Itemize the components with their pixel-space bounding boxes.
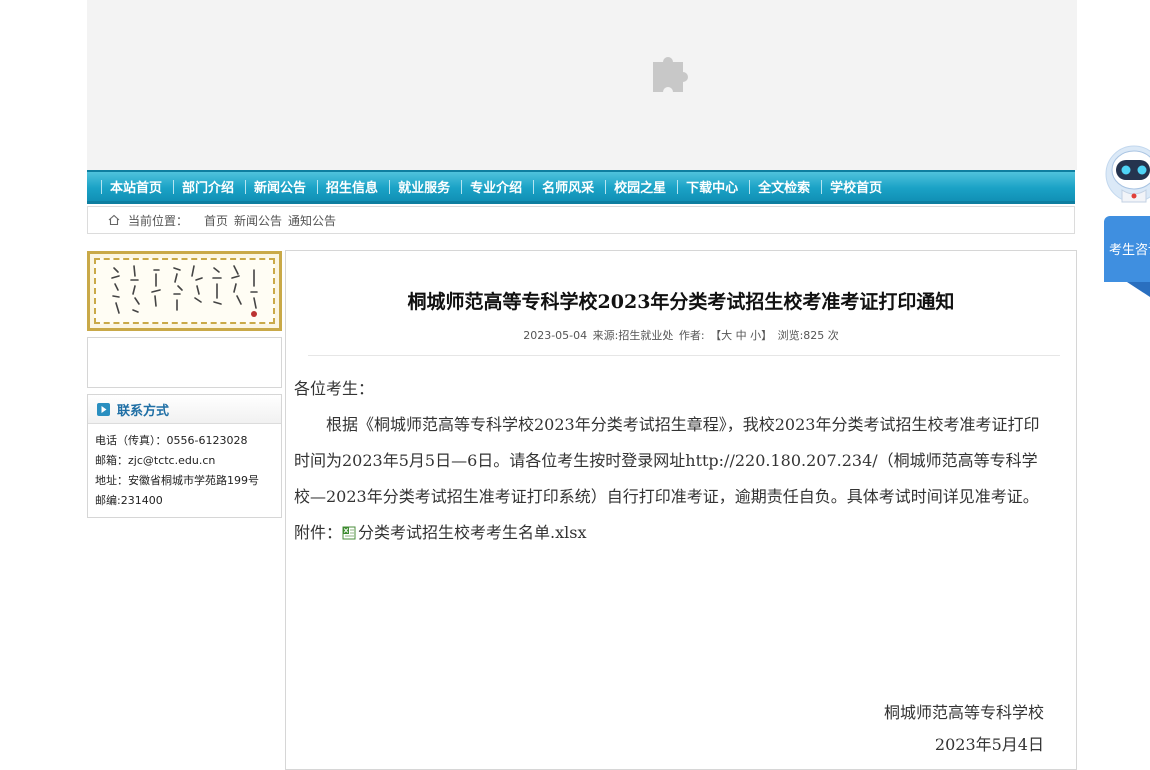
play-arrow-icon [97,402,110,416]
nav-label[interactable]: 全文检索 [758,177,810,196]
nav-item-5[interactable]: 专业介绍 [461,172,533,201]
nav-item-10[interactable]: 学校首页 [821,172,893,201]
nav-label[interactable]: 新闻公告 [254,177,306,196]
article-date: 2023-05-04 [523,329,588,342]
nav-label[interactable]: 校园之星 [614,177,666,196]
nav-separator [821,179,823,194]
article-title: 桐城师范高等专科学校2023年分类考试招生校考准考证打印通知 [407,291,955,313]
attachment-link[interactable]: 分类考试招生校考考生名单.xlsx [342,523,586,542]
main-nav: 本站首页 部门介绍 新闻公告 招生信息 就业服务 专业介绍 名师风采 校园之星 下载中心 全文检索… [87,170,1075,204]
breadcrumb-home-link[interactable]: 首页 [204,212,228,229]
article-author: 作者: [678,329,705,342]
nav-separator [101,179,102,194]
nav-item-8[interactable]: 下载中心 [677,172,749,201]
attachment-row: 附件： 分类考试招生校考考生名单.xlsx [294,515,1046,551]
header-banner [87,0,1077,170]
contact-address: 地址：安徽省桐城市学苑路199号 [95,474,259,487]
nav-separator [173,179,175,194]
nav-item-2[interactable]: 新闻公告 [245,172,317,201]
nav-item-4[interactable]: 就业服务 [389,172,461,201]
nav-separator [605,179,607,194]
nav-label[interactable]: 招生信息 [326,177,378,196]
nav-label[interactable]: 部门介绍 [182,177,234,196]
article-body: 各位考生： 根据《桐城师范高等专科学校2023年分类考试招生章程》，我校2023… [294,371,1046,551]
breadcrumb-label: 当前位置： [128,213,189,228]
nav-label[interactable]: 专业介绍 [470,177,522,196]
consult-widget[interactable]: 考生咨询 [1104,140,1150,300]
excel-file-icon [342,526,356,540]
attachment-filename[interactable]: 分类考试招生校考考生名单.xlsx [358,523,586,542]
nav-item-1[interactable]: 部门介绍 [173,172,245,201]
sidebar: 联系方式 电话（传真）：0556-6123028 邮箱：zjc@tctc.edu… [87,251,282,518]
nav-label[interactable]: 下载中心 [686,177,738,196]
article-signature: 桐城师范高等专科学校 2023年5月4日 [884,697,1044,761]
article-views: 浏览:825 次 [777,329,839,342]
nav-item-3[interactable]: 招生信息 [317,172,389,201]
breadcrumb-notice-link[interactable]: 通知公告 [288,212,336,229]
nav-separator [317,179,319,194]
nav-item-9[interactable]: 全文检索 [749,172,821,201]
nav-label[interactable]: 学校首页 [830,177,882,196]
nav-item-0[interactable]: 本站首页 [101,172,173,201]
article-paragraph: 根据《桐城师范高等专科学校2023年分类考试招生章程》，我校2023年分类考试招… [294,415,1040,506]
signature-date: 2023年5月4日 [934,735,1044,754]
contact-email[interactable]: 邮箱：zjc@tctc.edu.cn [95,451,275,471]
nav-label[interactable]: 本站首页 [110,177,162,196]
nav-item-7[interactable]: 校园之星 [605,172,677,201]
nav-label[interactable]: 就业服务 [398,177,450,196]
breadcrumb: 当前位置： 首页 新闻公告 通知公告 [87,206,1075,234]
article-panel: 桐城师范高等专科学校2023年分类考试招生校考准考证打印通知 2023-05-0… [285,250,1077,770]
nav-separator [245,179,247,194]
article-source: 来源:招生就业处 [592,329,674,342]
nav-item-6[interactable]: 名师风采 [533,172,605,201]
nav-items: 本站首页 部门介绍 新闻公告 招生信息 就业服务 专业介绍 名师风采 校园之星 下载中心 全文检索… [101,172,893,201]
contact-phone: 电话（传真）：0556-6123028 [95,434,248,447]
nav-separator [389,179,391,194]
puzzle-plugin-icon [653,57,688,92]
nav-separator [461,179,463,194]
nav-separator [677,179,679,194]
consult-label[interactable]: 考生咨询 [1109,239,1150,258]
contact-header: 联系方式 [88,395,281,424]
nav-label[interactable]: 名师风采 [542,177,594,196]
consult-panel[interactable]: 考生咨询 [1104,216,1150,282]
breadcrumb-news-link[interactable]: 新闻公告 [234,212,282,229]
robot-avatar-icon [1105,145,1150,203]
attachment-label: 附件： [294,523,343,542]
meta-divider [308,355,1060,356]
home-icon [108,214,120,226]
nav-separator [749,179,751,194]
contact-body: 电话（传真）：0556-6123028 邮箱：zjc@tctc.edu.cn 地… [88,424,281,517]
contact-panel: 联系方式 电话（传真）：0556-6123028 邮箱：zjc@tctc.edu… [87,394,282,518]
calligraphy-image [87,251,282,331]
article-meta: 2023-05-04 来源:招生就业处 作者: 【大 中 小】 浏览:825 次 [286,327,1076,343]
contact-postcode: 邮编:231400 [95,494,163,507]
signature-school: 桐城师范高等专科学校 [883,703,1044,722]
nav-separator [533,179,535,194]
font-size-switcher[interactable]: 【大 中 小】 [710,329,772,342]
consult-ribbon-tail [1104,282,1150,297]
article-greeting: 各位考生： [294,379,375,398]
contact-title: 联系方式 [117,403,170,419]
blank-widget-box [87,337,282,388]
